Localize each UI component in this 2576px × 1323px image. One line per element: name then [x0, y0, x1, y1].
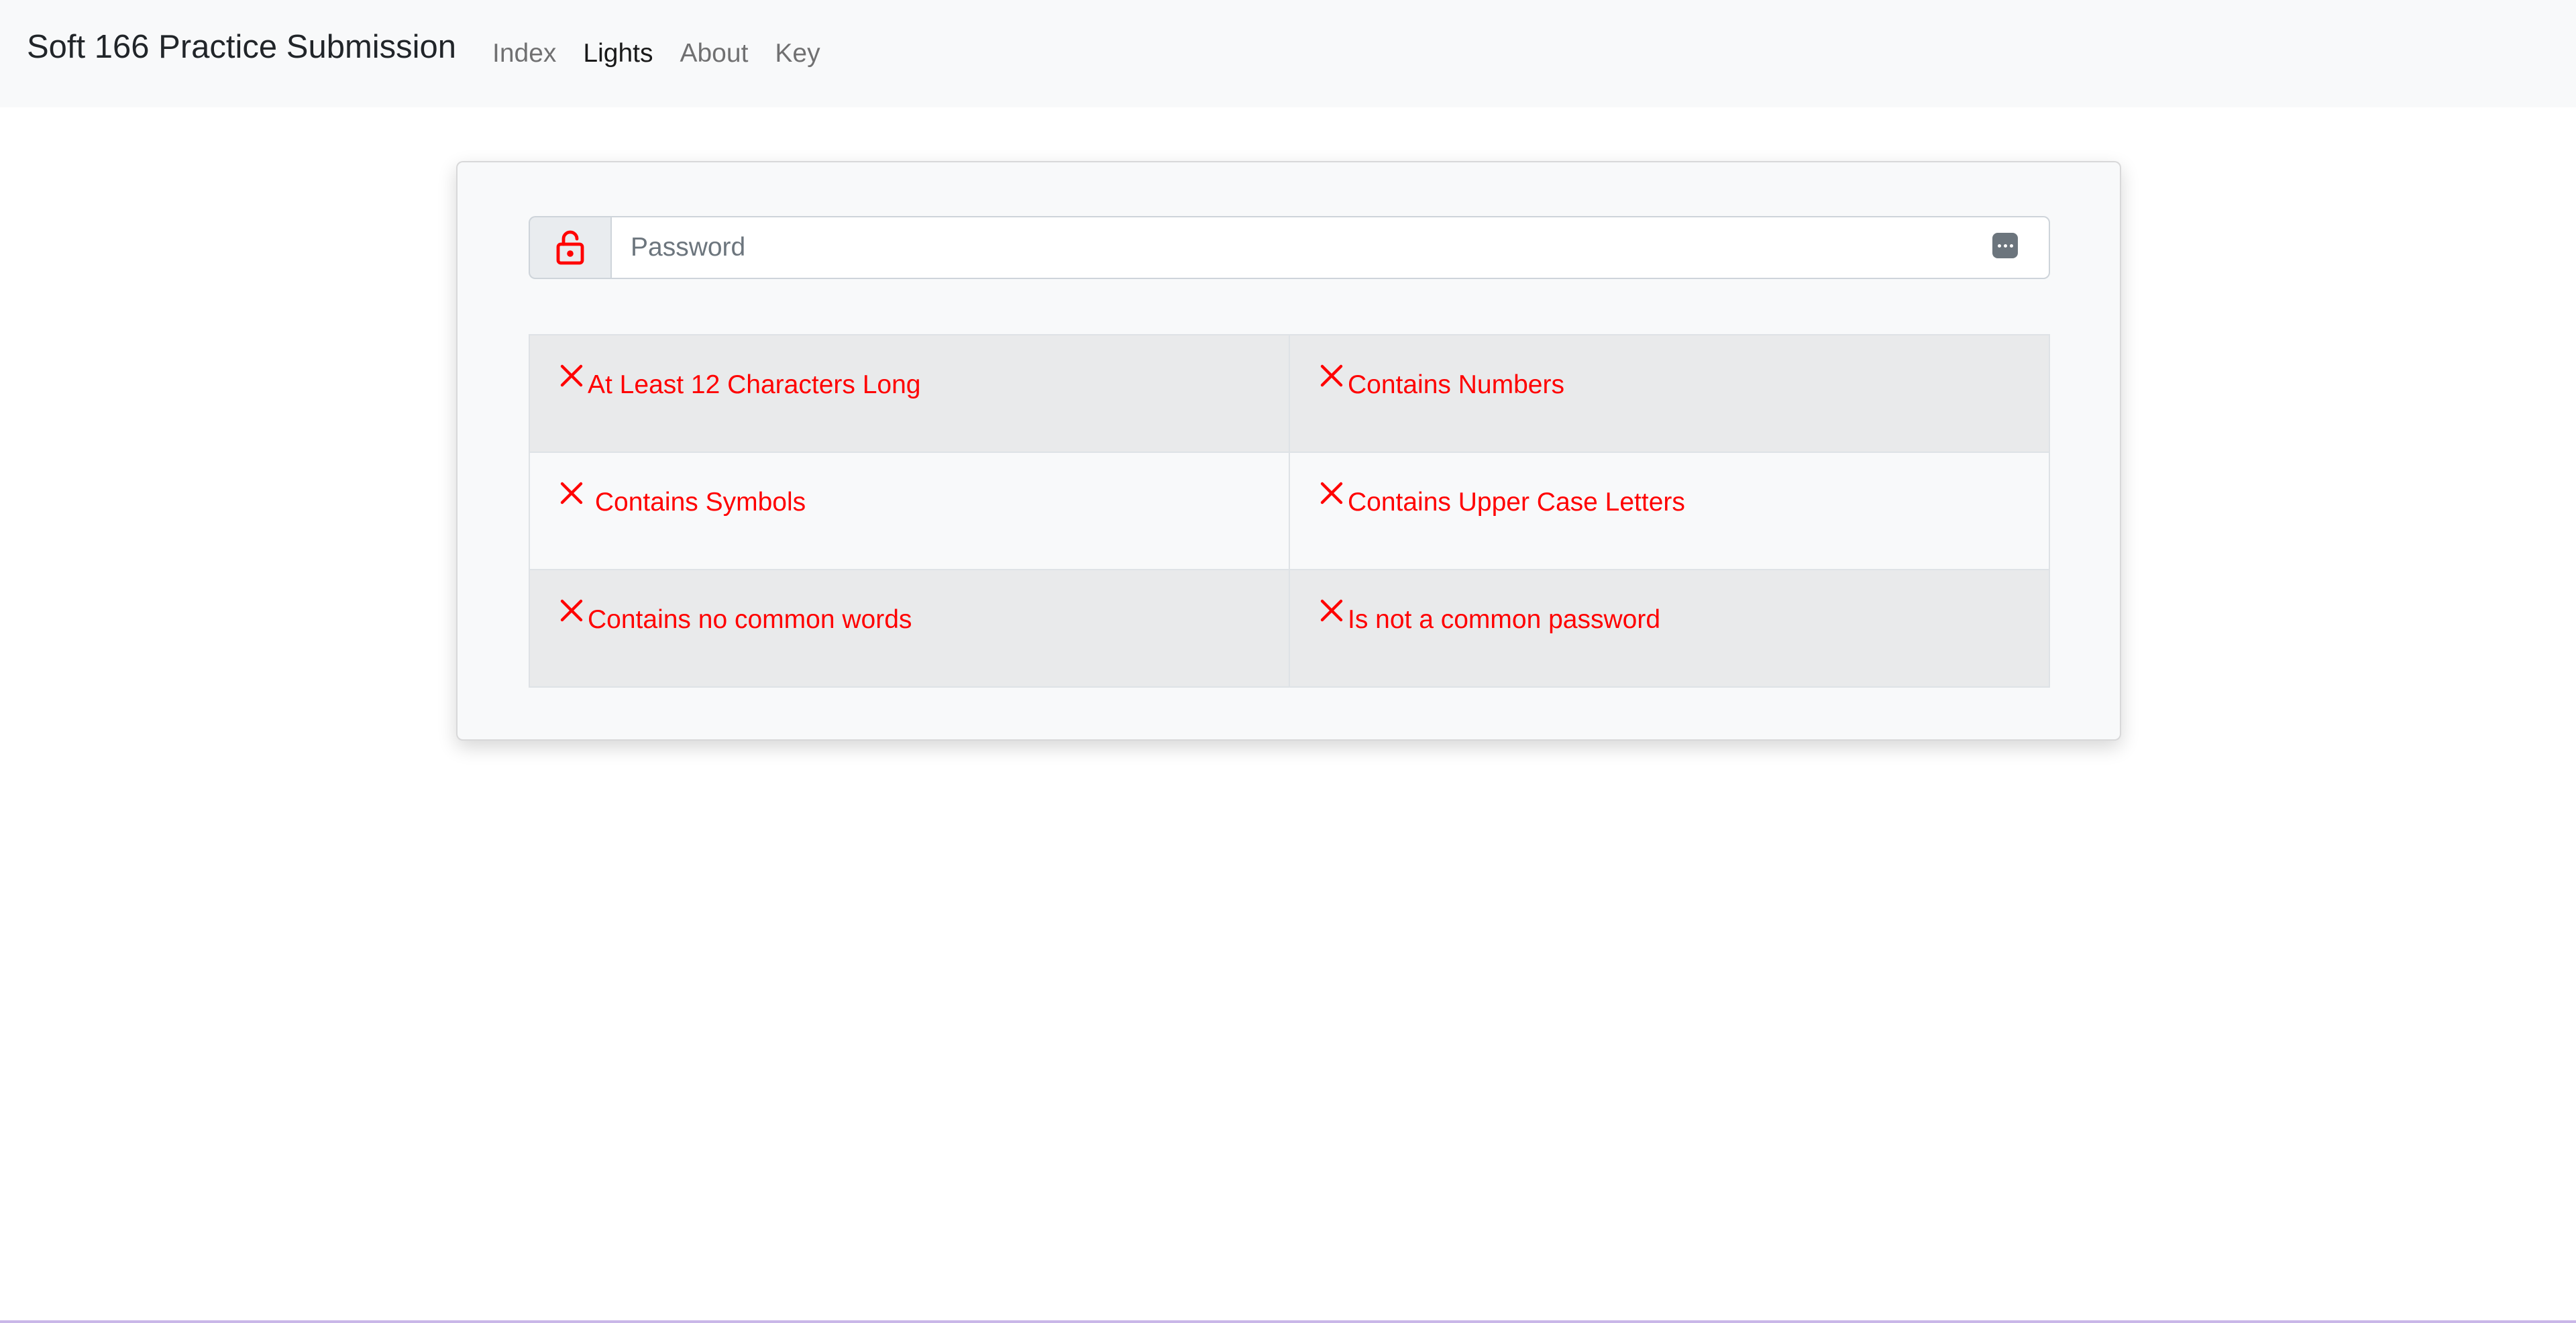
criteria-row: Contains Symbols Contains Upper Case Let… — [529, 452, 2051, 570]
criterion-label: Contains Symbols — [594, 488, 806, 517]
nav-link-index[interactable]: Index — [492, 39, 556, 68]
x-icon — [1320, 599, 1343, 622]
criterion-label: Is not a common password — [1347, 605, 1661, 634]
criterion-label: Contains Numbers — [1347, 370, 1564, 399]
unlock-icon — [556, 230, 584, 265]
top-navbar: Soft 166 Practice Submission Index Light… — [0, 0, 2576, 107]
criterion-uppercase: Contains Upper Case Letters — [1288, 452, 2051, 570]
lock-prefix — [529, 216, 610, 279]
criterion-label: Contains no common words — [588, 605, 912, 634]
criterion-label: At Least 12 Characters Long — [588, 370, 921, 399]
navbar-brand[interactable]: Soft 166 Practice Submission — [27, 28, 456, 66]
password-reveal-icon[interactable] — [1992, 233, 2018, 258]
criterion-common-words: Contains no common words — [529, 569, 1290, 688]
password-input[interactable] — [610, 216, 2050, 279]
password-input-group — [529, 216, 2050, 279]
x-icon — [1320, 482, 1343, 505]
nav-link-key[interactable]: Key — [775, 39, 820, 68]
criterion-numbers: Contains Numbers — [1288, 334, 2051, 453]
criterion-label: Contains Upper Case Letters — [1347, 488, 1685, 517]
nav-link-lights[interactable]: Lights — [583, 39, 653, 68]
nav-links: Index Lights About Key — [492, 39, 820, 68]
x-icon — [560, 364, 583, 387]
bottom-border — [0, 1320, 2576, 1323]
criterion-symbols: Contains Symbols — [529, 452, 1290, 570]
criterion-common-password: Is not a common password — [1288, 569, 2051, 688]
nav-link-about[interactable]: About — [680, 39, 748, 68]
password-checker-card: At Least 12 Characters Long Contains Num… — [456, 161, 2121, 741]
x-icon — [560, 482, 583, 505]
x-icon — [560, 599, 583, 622]
criterion-length: At Least 12 Characters Long — [529, 334, 1290, 453]
criteria-table: At Least 12 Characters Long Contains Num… — [529, 334, 2051, 688]
x-icon — [1320, 364, 1343, 387]
criteria-row: Contains no common words Is not a common… — [529, 569, 2051, 688]
criteria-row: At Least 12 Characters Long Contains Num… — [529, 334, 2051, 453]
